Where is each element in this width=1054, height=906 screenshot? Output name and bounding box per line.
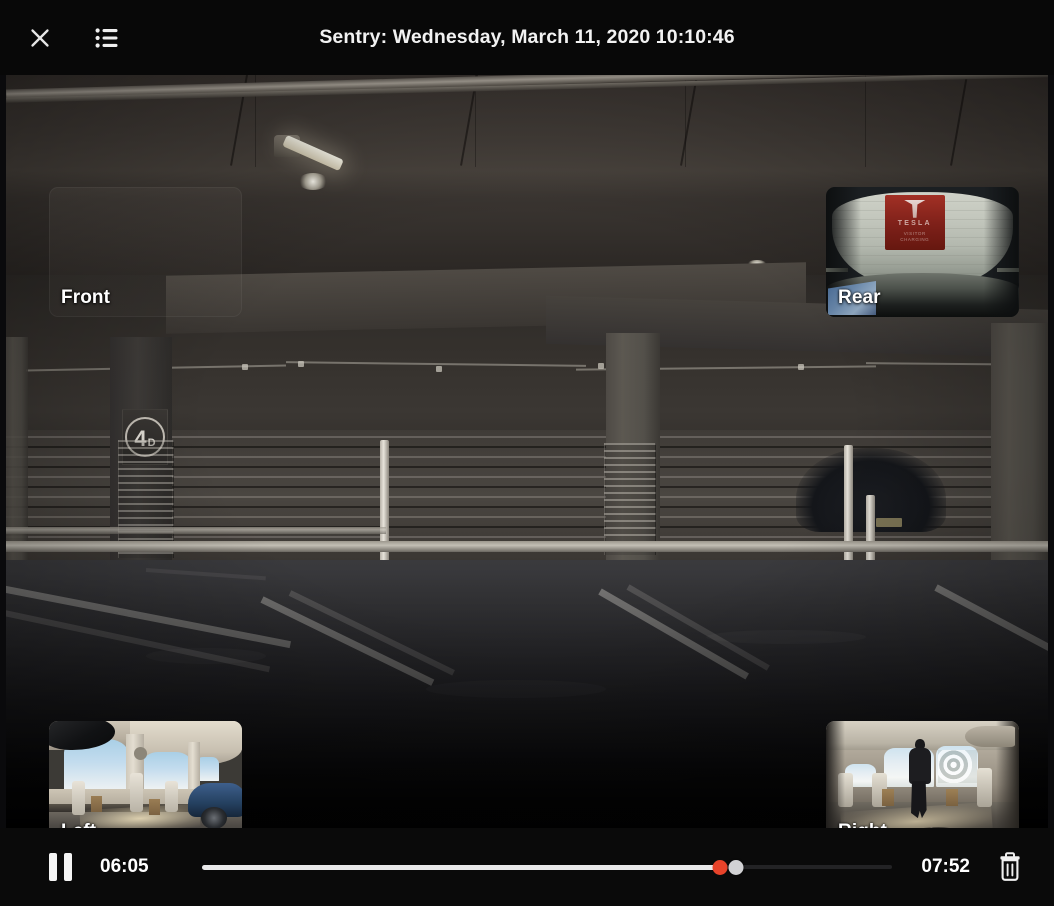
video-stage: 4D xyxy=(0,75,1054,828)
sentry-video-player: Sentry: Wednesday, March 11, 2020 10:10:… xyxy=(0,0,1054,906)
camera-tile-rear[interactable]: TESLA VISITOR CHARGING Rear xyxy=(826,187,1019,317)
scrubber[interactable] xyxy=(202,852,892,882)
tesla-sign-word: TESLA xyxy=(897,219,932,227)
clip-list-button[interactable] xyxy=(84,15,130,61)
pause-icon-bar-right xyxy=(63,853,72,881)
scrubber-buffer xyxy=(202,864,727,870)
close-icon xyxy=(31,28,49,47)
page-title: Sentry: Wednesday, March 11, 2020 10:10:… xyxy=(319,26,735,48)
camera-tile-front[interactable]: Front xyxy=(49,187,242,317)
total-time-label: 07:52 xyxy=(921,856,970,877)
play-pause-button[interactable] xyxy=(40,847,80,887)
delete-button[interactable] xyxy=(988,845,1032,889)
scrubber-handle[interactable] xyxy=(728,859,744,875)
tesla-sign-sub: VISITOR CHARGING xyxy=(900,230,930,242)
person-silhouette xyxy=(907,739,932,820)
current-time-label: 06:05 xyxy=(100,856,149,877)
camera-tile-right[interactable]: Right xyxy=(826,721,1019,828)
pillar-right xyxy=(991,323,1048,595)
event-marker[interactable] xyxy=(712,859,727,875)
main-camera-view[interactable]: 4D xyxy=(6,75,1048,828)
close-button[interactable] xyxy=(17,15,63,61)
trash-icon xyxy=(1000,852,1020,881)
camera-tile-left[interactable]: Left xyxy=(49,721,242,828)
camera-thumb-right xyxy=(826,721,1019,828)
list-icon xyxy=(95,27,118,48)
camera-thumb-front xyxy=(49,187,242,317)
camera-thumb-left xyxy=(49,721,242,828)
header-bar: Sentry: Wednesday, March 11, 2020 10:10:… xyxy=(0,0,1054,75)
playback-controls: 06:05 07:52 xyxy=(0,828,1054,906)
camera-thumb-rear: TESLA VISITOR CHARGING xyxy=(826,187,1019,317)
tesla-sign: TESLA VISITOR CHARGING xyxy=(884,194,945,250)
pause-icon-bar-left xyxy=(48,853,57,881)
